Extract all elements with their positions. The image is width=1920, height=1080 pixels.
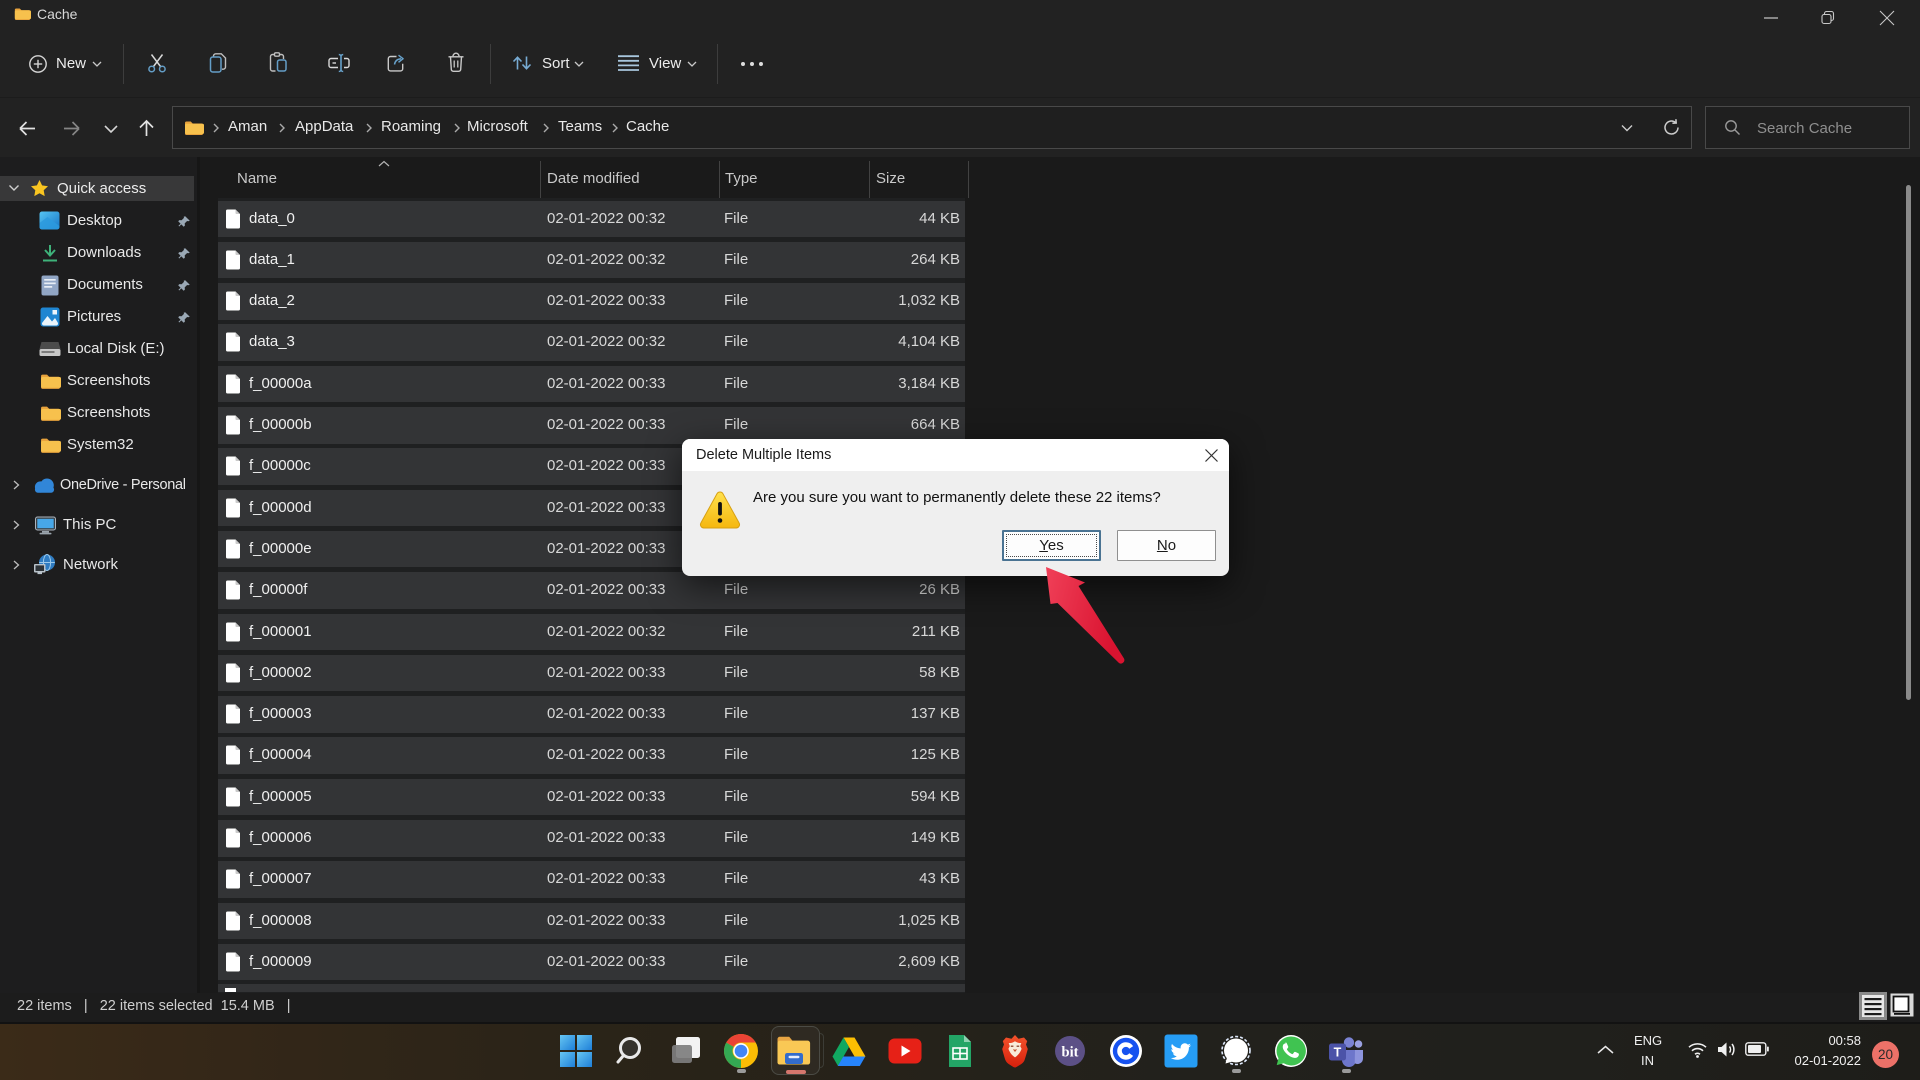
svg-text:bit: bit xyxy=(1062,1045,1079,1061)
svg-text:T: T xyxy=(1334,1046,1342,1060)
